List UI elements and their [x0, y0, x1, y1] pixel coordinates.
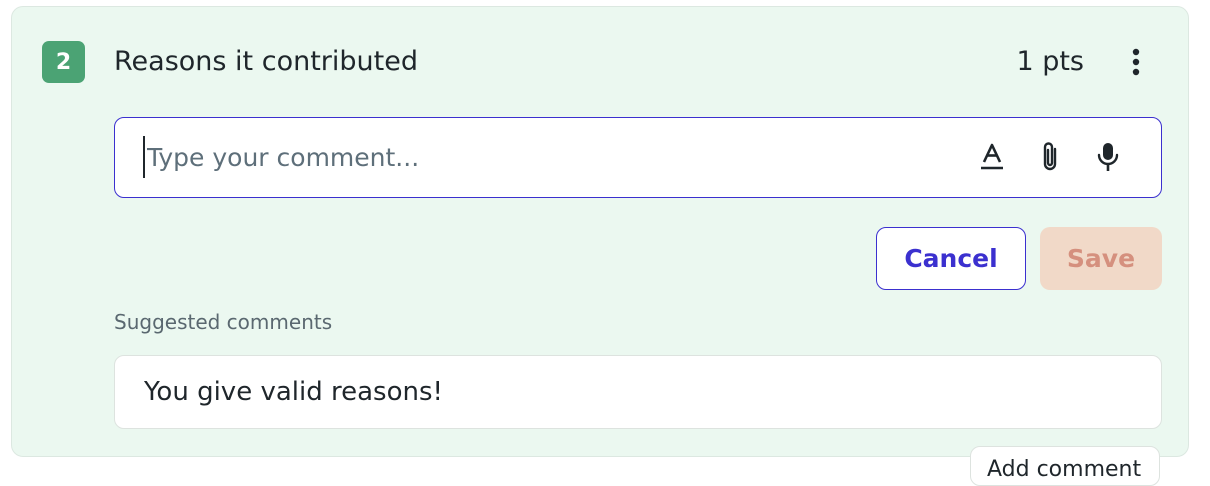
criterion-title: Reasons it contributed — [114, 46, 418, 77]
more-options-button[interactable] — [1122, 45, 1150, 79]
criterion-points: 1 pts — [1016, 46, 1084, 77]
suggested-comment-item[interactable]: You give valid reasons! — [114, 355, 1162, 429]
kebab-menu-icon — [1132, 48, 1140, 76]
save-button[interactable]: Save — [1040, 227, 1162, 290]
criterion-number-badge: 2 — [42, 41, 85, 83]
criterion-card: 2 Reasons it contributed 1 pts Type your… — [11, 6, 1189, 457]
add-comment-button[interactable]: Add comment — [970, 446, 1160, 486]
text-format-button[interactable] — [975, 138, 1009, 176]
paperclip-icon — [1043, 142, 1057, 171]
comment-input[interactable] — [143, 136, 947, 178]
suggested-comments-label: Suggested comments — [114, 310, 333, 334]
microphone-icon — [1097, 143, 1119, 171]
comment-editor — [114, 117, 1162, 198]
voice-record-button[interactable] — [1091, 138, 1125, 176]
text-format-icon — [981, 143, 1003, 170]
attach-file-button[interactable] — [1033, 138, 1067, 176]
cancel-button[interactable]: Cancel — [876, 227, 1026, 290]
